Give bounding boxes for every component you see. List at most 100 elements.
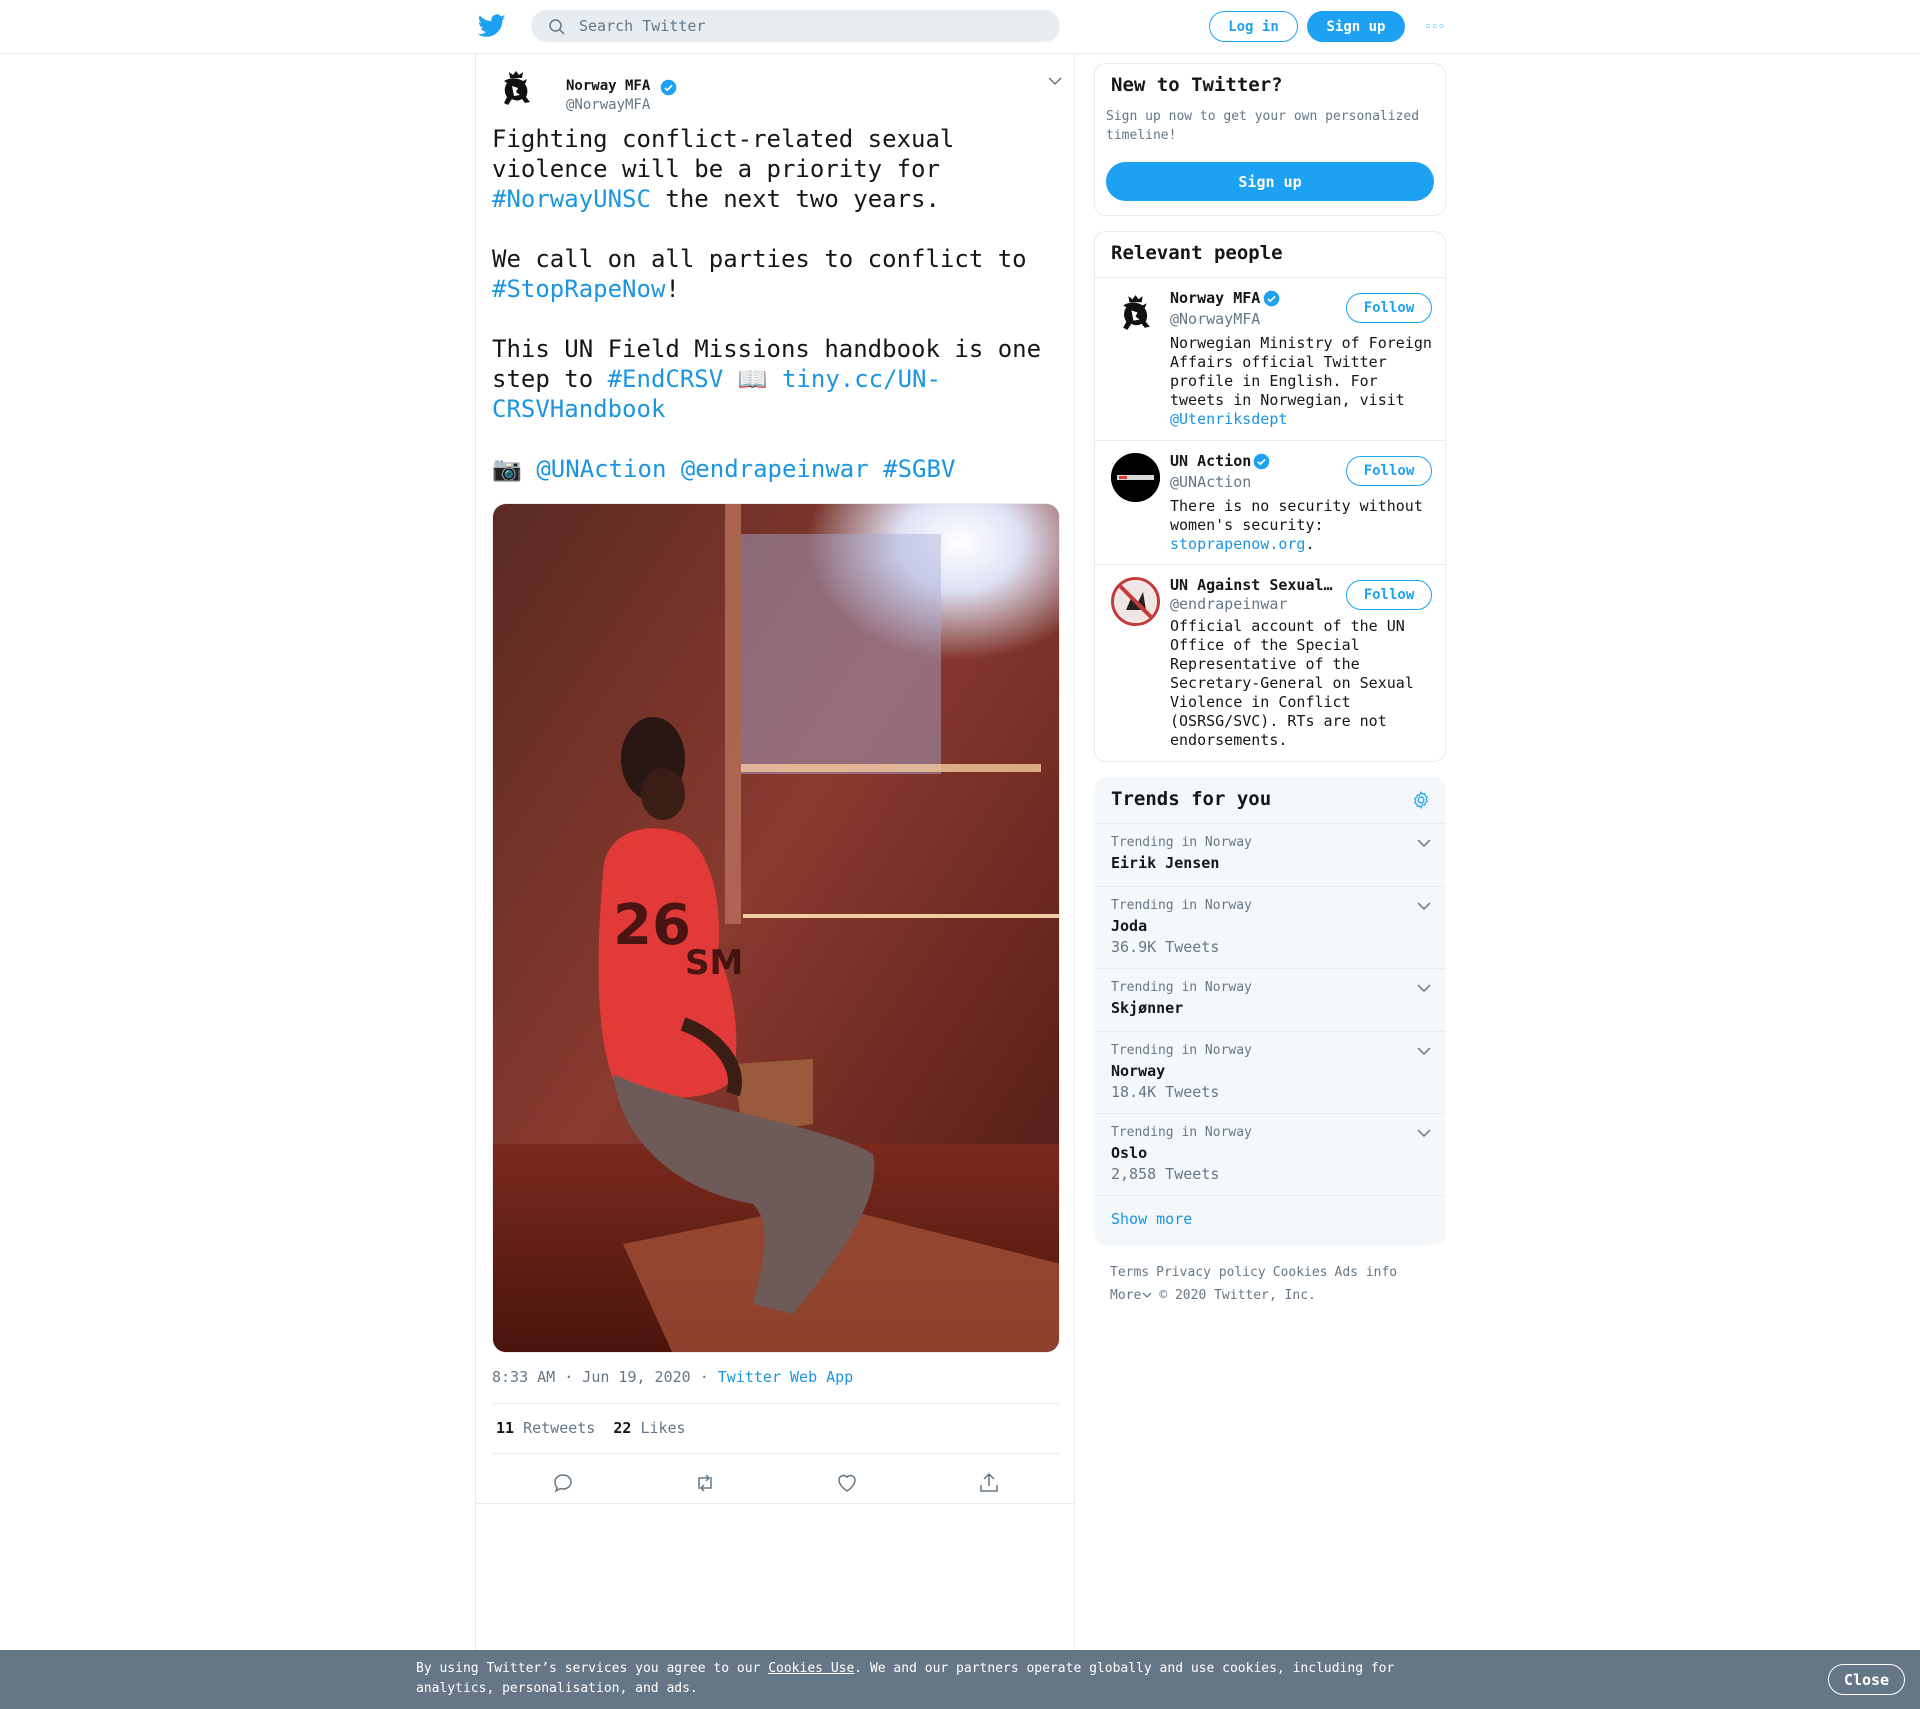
tweet-photo[interactable]: 26 SM <box>492 503 1060 1353</box>
camera-emoji: 📷 <box>492 455 537 483</box>
divider <box>492 1403 1060 1404</box>
person-item[interactable]: UN Action @UNAction Follow There is no s… <box>1095 441 1445 565</box>
un-action-logo-icon <box>1111 453 1160 502</box>
chevron-down-icon[interactable] <box>1048 76 1062 86</box>
chevron-down-icon[interactable] <box>1417 901 1431 911</box>
sign-up-button[interactable]: Sign up <box>1106 162 1434 201</box>
trend-context: Trending in Norway <box>1111 980 1252 995</box>
trend-tweet-count: 18.4K Tweets <box>1111 1083 1220 1101</box>
relevant-people-header: Relevant people <box>1095 232 1445 278</box>
trend-context: Trending in Norway <box>1111 835 1252 850</box>
url-link[interactable]: stoprapenow.org <box>1170 535 1305 553</box>
person-handle[interactable]: @endrapeinwar <box>1170 595 1287 613</box>
avatar[interactable] <box>1111 577 1160 626</box>
hashtag-link[interactable]: #NorwayUNSC <box>492 185 651 213</box>
hashtag-link[interactable]: #SGBV <box>883 455 955 483</box>
relevant-people-card: Relevant people Norway MFA @NorwayMFA Fo… <box>1094 231 1446 762</box>
person-item[interactable]: Norway MFA @NorwayMFA Follow Norwegian M… <box>1095 278 1445 441</box>
photo-woman-sitting-by-window: 26 SM <box>493 504 1059 1352</box>
terms-link[interactable]: Terms <box>1110 1265 1149 1280</box>
person-name[interactable]: UN Against Sexual… <box>1170 576 1333 594</box>
search-input[interactable] <box>579 10 1039 42</box>
norway-lion-coat-of-arms-icon <box>504 71 530 105</box>
likes-stat[interactable]: 22 Likes <box>613 1419 685 1437</box>
follow-button[interactable]: Follow <box>1346 456 1432 486</box>
log-in-button[interactable]: Log in <box>1209 11 1298 42</box>
chevron-down-icon[interactable] <box>1417 1046 1431 1056</box>
retweet-icon[interactable] <box>693 1471 717 1495</box>
verified-badge-icon <box>1263 290 1280 307</box>
more-options-icon[interactable]: ◦◦◦ <box>1424 20 1446 35</box>
more-menu[interactable]: More <box>1110 1288 1152 1303</box>
ads-info-link[interactable]: Ads info <box>1335 1265 1398 1280</box>
book-emoji: 📖 <box>723 365 782 393</box>
trend-context: Trending in Norway <box>1111 1125 1252 1140</box>
trend-context: Trending in Norway <box>1111 898 1252 913</box>
avatar[interactable] <box>1111 453 1160 502</box>
person-bio: Norwegian Ministry of Foreign Affairs of… <box>1170 334 1432 428</box>
cookie-banner: By using Twitter’s services you agree to… <box>0 1650 1920 1709</box>
signup-card-description: Sign up now to get your own personalized… <box>1106 109 1420 143</box>
follow-button[interactable]: Follow <box>1346 580 1432 610</box>
chevron-down-icon[interactable] <box>1417 1128 1431 1138</box>
signup-card: New to Twitter? Sign up now to get your … <box>1094 63 1446 216</box>
author-handle[interactable]: @NorwayMFA <box>566 97 650 113</box>
person-name[interactable]: UN Action <box>1170 452 1251 470</box>
close-button[interactable]: Close <box>1828 1664 1905 1695</box>
reply-icon[interactable] <box>551 1471 575 1495</box>
hashtag-link[interactable]: #StopRapeNow <box>492 275 665 303</box>
trend-item[interactable]: Trending in Norway Oslo 2,858 Tweets <box>1095 1114 1445 1196</box>
end-rape-in-war-logo-icon <box>1114 580 1157 623</box>
cookie-text: By using Twitter’s services you agree to… <box>416 1661 1395 1696</box>
privacy-link[interactable]: Privacy policy <box>1156 1265 1266 1280</box>
tweet-header: Norway MFA @NorwayMFA <box>492 66 1062 116</box>
tweet-text: Fighting conflict-related sexual violenc… <box>492 125 1056 483</box>
trend-name[interactable]: Oslo <box>1111 1144 1147 1162</box>
person-item[interactable]: UN Against Sexual… @endrapeinwar Follow … <box>1095 565 1445 761</box>
tweet-column: Norway MFA @NorwayMFA Fighting conflict-… <box>475 54 1075 1654</box>
hashtag-link[interactable]: #EndCRSV <box>608 365 724 393</box>
follow-button[interactable]: Follow <box>1346 293 1432 323</box>
chevron-down-icon <box>1142 1292 1152 1298</box>
mention-link[interactable]: @UNAction <box>536 455 666 483</box>
tweet-timestamp[interactable]: 8:33 AM · Jun 19, 2020 <box>492 1368 691 1386</box>
search-icon <box>549 19 565 35</box>
tweet-stats: 11 Retweets 22 Likes <box>496 1419 686 1437</box>
trend-name[interactable]: Skjønner <box>1111 999 1183 1017</box>
mention-link[interactable]: @endrapeinwar <box>681 455 869 483</box>
show-more-link[interactable]: Show more <box>1111 1210 1192 1228</box>
cookies-use-link[interactable]: Cookies Use <box>768 1661 854 1676</box>
trend-name[interactable]: Norway <box>1111 1062 1165 1080</box>
relevant-people-title: Relevant people <box>1111 242 1283 264</box>
sign-up-button[interactable]: Sign up <box>1307 11 1405 42</box>
trend-item[interactable]: Trending in Norway Joda 36.9K Tweets <box>1095 887 1445 969</box>
trend-item[interactable]: Trending in Norway Eirik Jensen <box>1095 824 1445 887</box>
gear-icon[interactable] <box>1411 790 1431 810</box>
trend-tweet-count: 36.9K Tweets <box>1111 938 1220 956</box>
divider <box>492 1453 1060 1454</box>
search-box[interactable] <box>531 10 1060 42</box>
trend-name[interactable]: Eirik Jensen <box>1111 854 1219 872</box>
share-icon[interactable] <box>977 1471 1001 1495</box>
author-name[interactable]: Norway MFA <box>566 78 650 94</box>
trends-title: Trends for you <box>1111 788 1272 810</box>
chevron-down-icon[interactable] <box>1417 838 1431 848</box>
mention-link[interactable]: @Utenriksdept <box>1170 410 1287 428</box>
trend-item[interactable]: Trending in Norway Norway 18.4K Tweets <box>1095 1032 1445 1114</box>
person-handle[interactable]: @NorwayMFA <box>1170 310 1260 328</box>
trends-header: Trends for you <box>1095 778 1445 824</box>
trend-name[interactable]: Joda <box>1111 917 1147 935</box>
tweet-actions <box>492 1463 1060 1503</box>
avatar[interactable] <box>492 66 540 114</box>
copyright: © 2020 Twitter, Inc. <box>1159 1288 1316 1303</box>
heart-icon[interactable] <box>835 1471 859 1495</box>
chevron-down-icon[interactable] <box>1417 983 1431 993</box>
tweet-source-link[interactable]: Twitter Web App <box>718 1368 853 1386</box>
retweets-stat[interactable]: 11 Retweets <box>496 1419 595 1437</box>
avatar[interactable] <box>1111 290 1160 339</box>
trend-item[interactable]: Trending in Norway Skjønner <box>1095 969 1445 1032</box>
person-handle[interactable]: @UNAction <box>1170 473 1251 491</box>
twitter-bird-icon[interactable] <box>478 14 506 38</box>
person-name[interactable]: Norway MFA <box>1170 289 1260 307</box>
cookies-link[interactable]: Cookies <box>1273 1265 1328 1280</box>
